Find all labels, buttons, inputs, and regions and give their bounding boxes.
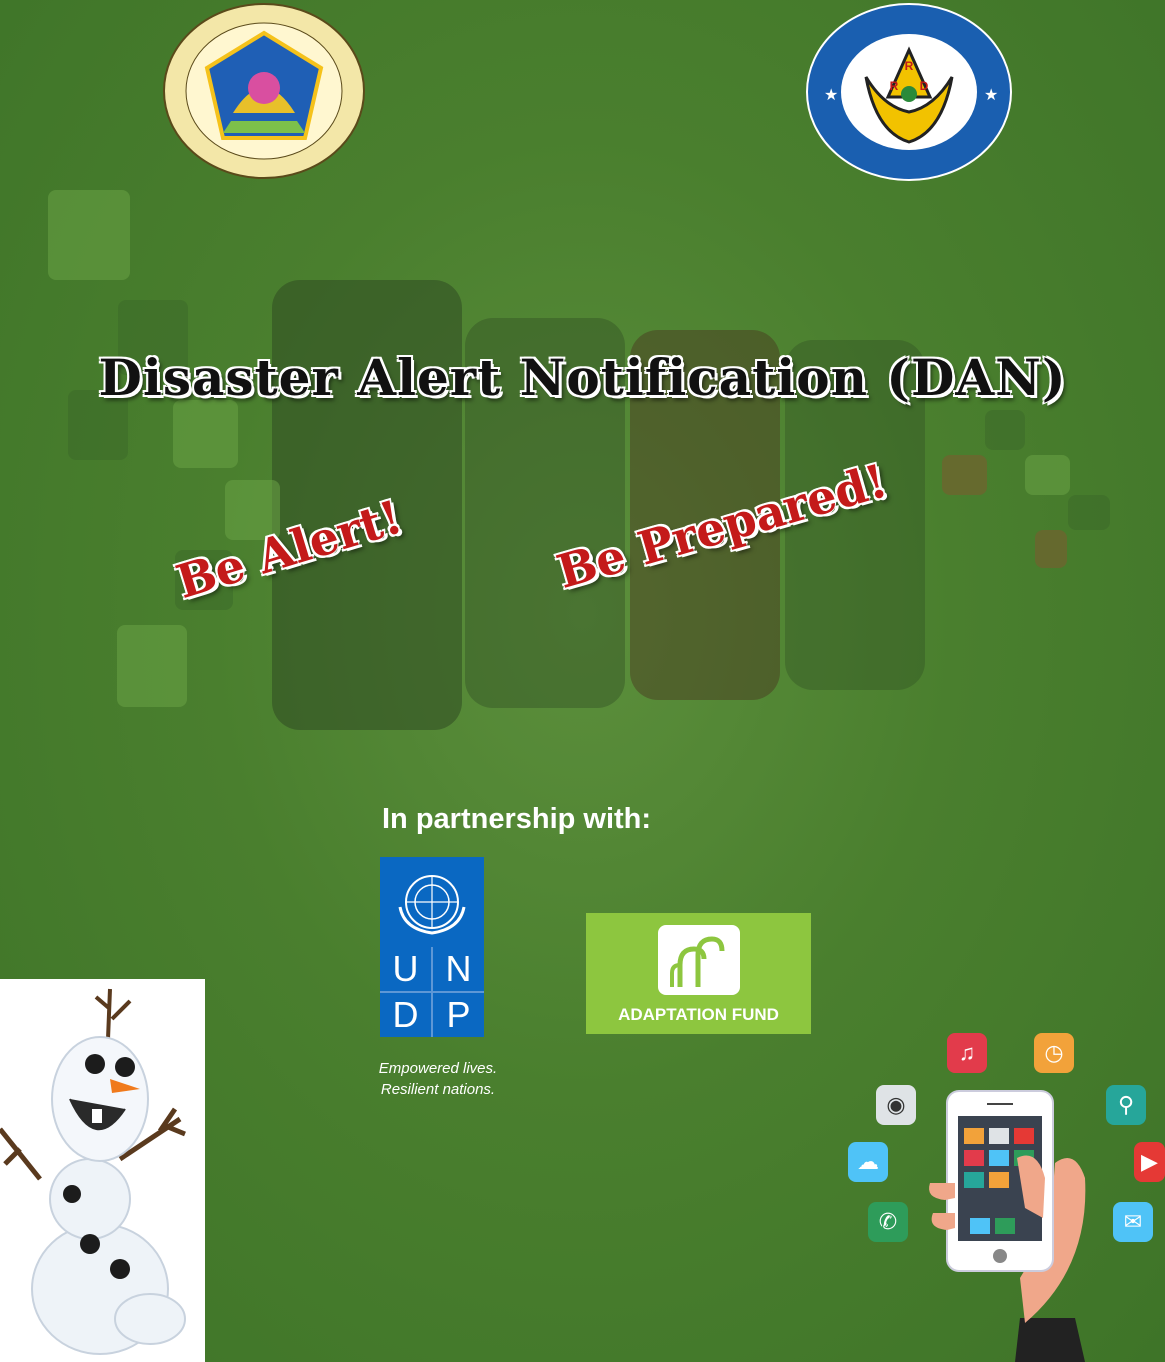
snowman-figure (0, 979, 205, 1362)
phone-icon: ✆ (868, 1202, 908, 1242)
bg-tile-text (985, 410, 1025, 450)
un-emblem-icon (398, 875, 466, 935)
svg-text:D: D (920, 79, 929, 93)
undp-letter-n: N (433, 947, 484, 991)
svg-text:★: ★ (984, 87, 998, 104)
bg-tile-check (117, 625, 187, 707)
adaptation-fund-logo: ADAPTATION FUND (586, 913, 811, 1034)
bg-tile-music (942, 455, 987, 495)
music-icon: ♫ (947, 1033, 987, 1073)
poster: R R D ★ ★ Disaster Alert Notification (D… (0, 0, 1165, 1362)
video-icon: ▶ (1134, 1142, 1165, 1182)
ministry-emblem-logo (163, 3, 365, 179)
svg-text:★: ★ (824, 87, 838, 104)
undp-logo: U N D P (380, 857, 484, 1037)
partnership-heading: In partnership with: (382, 803, 652, 835)
undp-tagline-line2: Resilient nations. (380, 1081, 496, 1098)
bg-tile-info (1035, 530, 1067, 568)
bg-tile-settings (48, 190, 130, 280)
undp-letter-p: P (433, 993, 484, 1037)
relief-resettlement-department-logo: R R D ★ ★ (806, 3, 1012, 181)
bg-tile-percent (1068, 495, 1110, 530)
weather-icon: ☁ (848, 1142, 888, 1182)
undp-letter-u: U (380, 947, 431, 991)
undp-tagline-line1: Empowered lives. (378, 1060, 498, 1077)
page-title: Disaster Alert Notification (DAN) (97, 347, 1067, 408)
map-icon: ⚲ (1106, 1085, 1146, 1125)
clock-icon: ◷ (1034, 1033, 1074, 1073)
bg-tile-globe (173, 400, 238, 468)
smartphone-in-hand-icon (929, 1090, 1086, 1362)
adaptation-fund-name: ADAPTATION FUND (618, 1005, 779, 1024)
undp-letter-d: D (380, 993, 431, 1037)
undp-tagline: Empowered lives. Resilient nations. (363, 1058, 513, 1100)
svg-text:R: R (905, 59, 914, 73)
camera-icon: ◉ (876, 1085, 916, 1125)
adaptation-fund-emblem-icon (658, 925, 740, 995)
mail-icon: ✉ (1113, 1202, 1153, 1242)
svg-text:R: R (890, 79, 899, 93)
bg-tile-check-right (1025, 455, 1070, 495)
